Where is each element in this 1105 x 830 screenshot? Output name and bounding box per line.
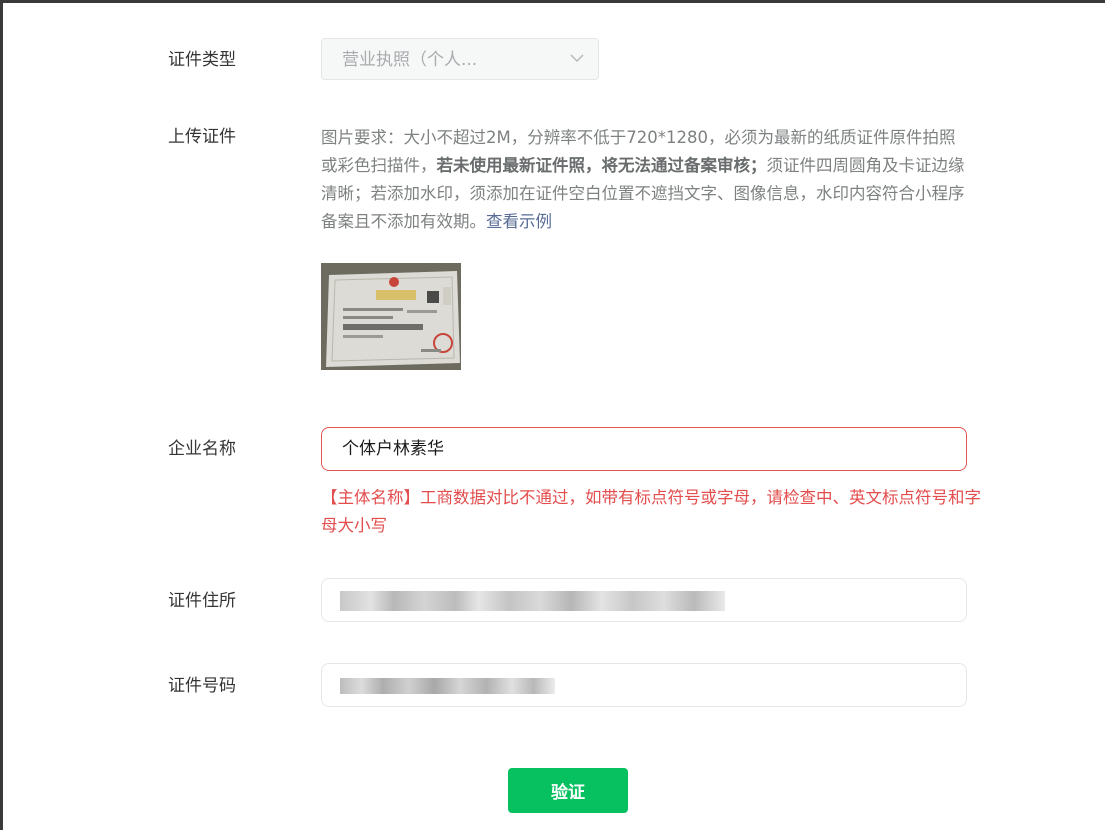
upload-requirements: 图片要求：大小不超过2M，分辨率不低于720*1280，必须为最新的纸质证件原件… — [321, 124, 971, 236]
cert-type-value: 营业执照（个人... — [342, 50, 478, 70]
company-name-input[interactable]: 个体户林素华 — [321, 427, 967, 471]
window-top-border — [0, 0, 1105, 3]
chevron-down-icon — [570, 54, 584, 62]
requirements-warning: 若未使用最新证件照，将无法通过备案审核； — [436, 156, 767, 175]
cert-type-label: 证件类型 — [168, 50, 236, 70]
id-number-label: 证件号码 — [168, 676, 236, 696]
company-name-label: 企业名称 — [168, 439, 236, 459]
company-name-value: 个体户林素华 — [342, 439, 444, 459]
upload-label: 上传证件 — [168, 127, 236, 147]
window-left-border — [0, 0, 3, 830]
id-number-input[interactable] — [321, 663, 967, 707]
id-number-redacted-blur — [340, 678, 555, 694]
company-name-error: 【主体名称】工商数据对比不通过，如带有标点符号或字母，请检查中、英文标点符号和字… — [321, 488, 981, 535]
uploaded-license-image[interactable] — [321, 263, 461, 370]
verify-button[interactable]: 验证 — [508, 768, 628, 813]
address-input[interactable] — [321, 578, 967, 622]
address-label: 证件住所 — [168, 591, 236, 611]
view-example-link[interactable]: 查看示例 — [486, 212, 552, 231]
address-redacted-blur — [340, 591, 725, 611]
cert-type-select[interactable]: 营业执照（个人... — [321, 38, 599, 80]
license-thumbnail-drawing — [321, 263, 461, 370]
